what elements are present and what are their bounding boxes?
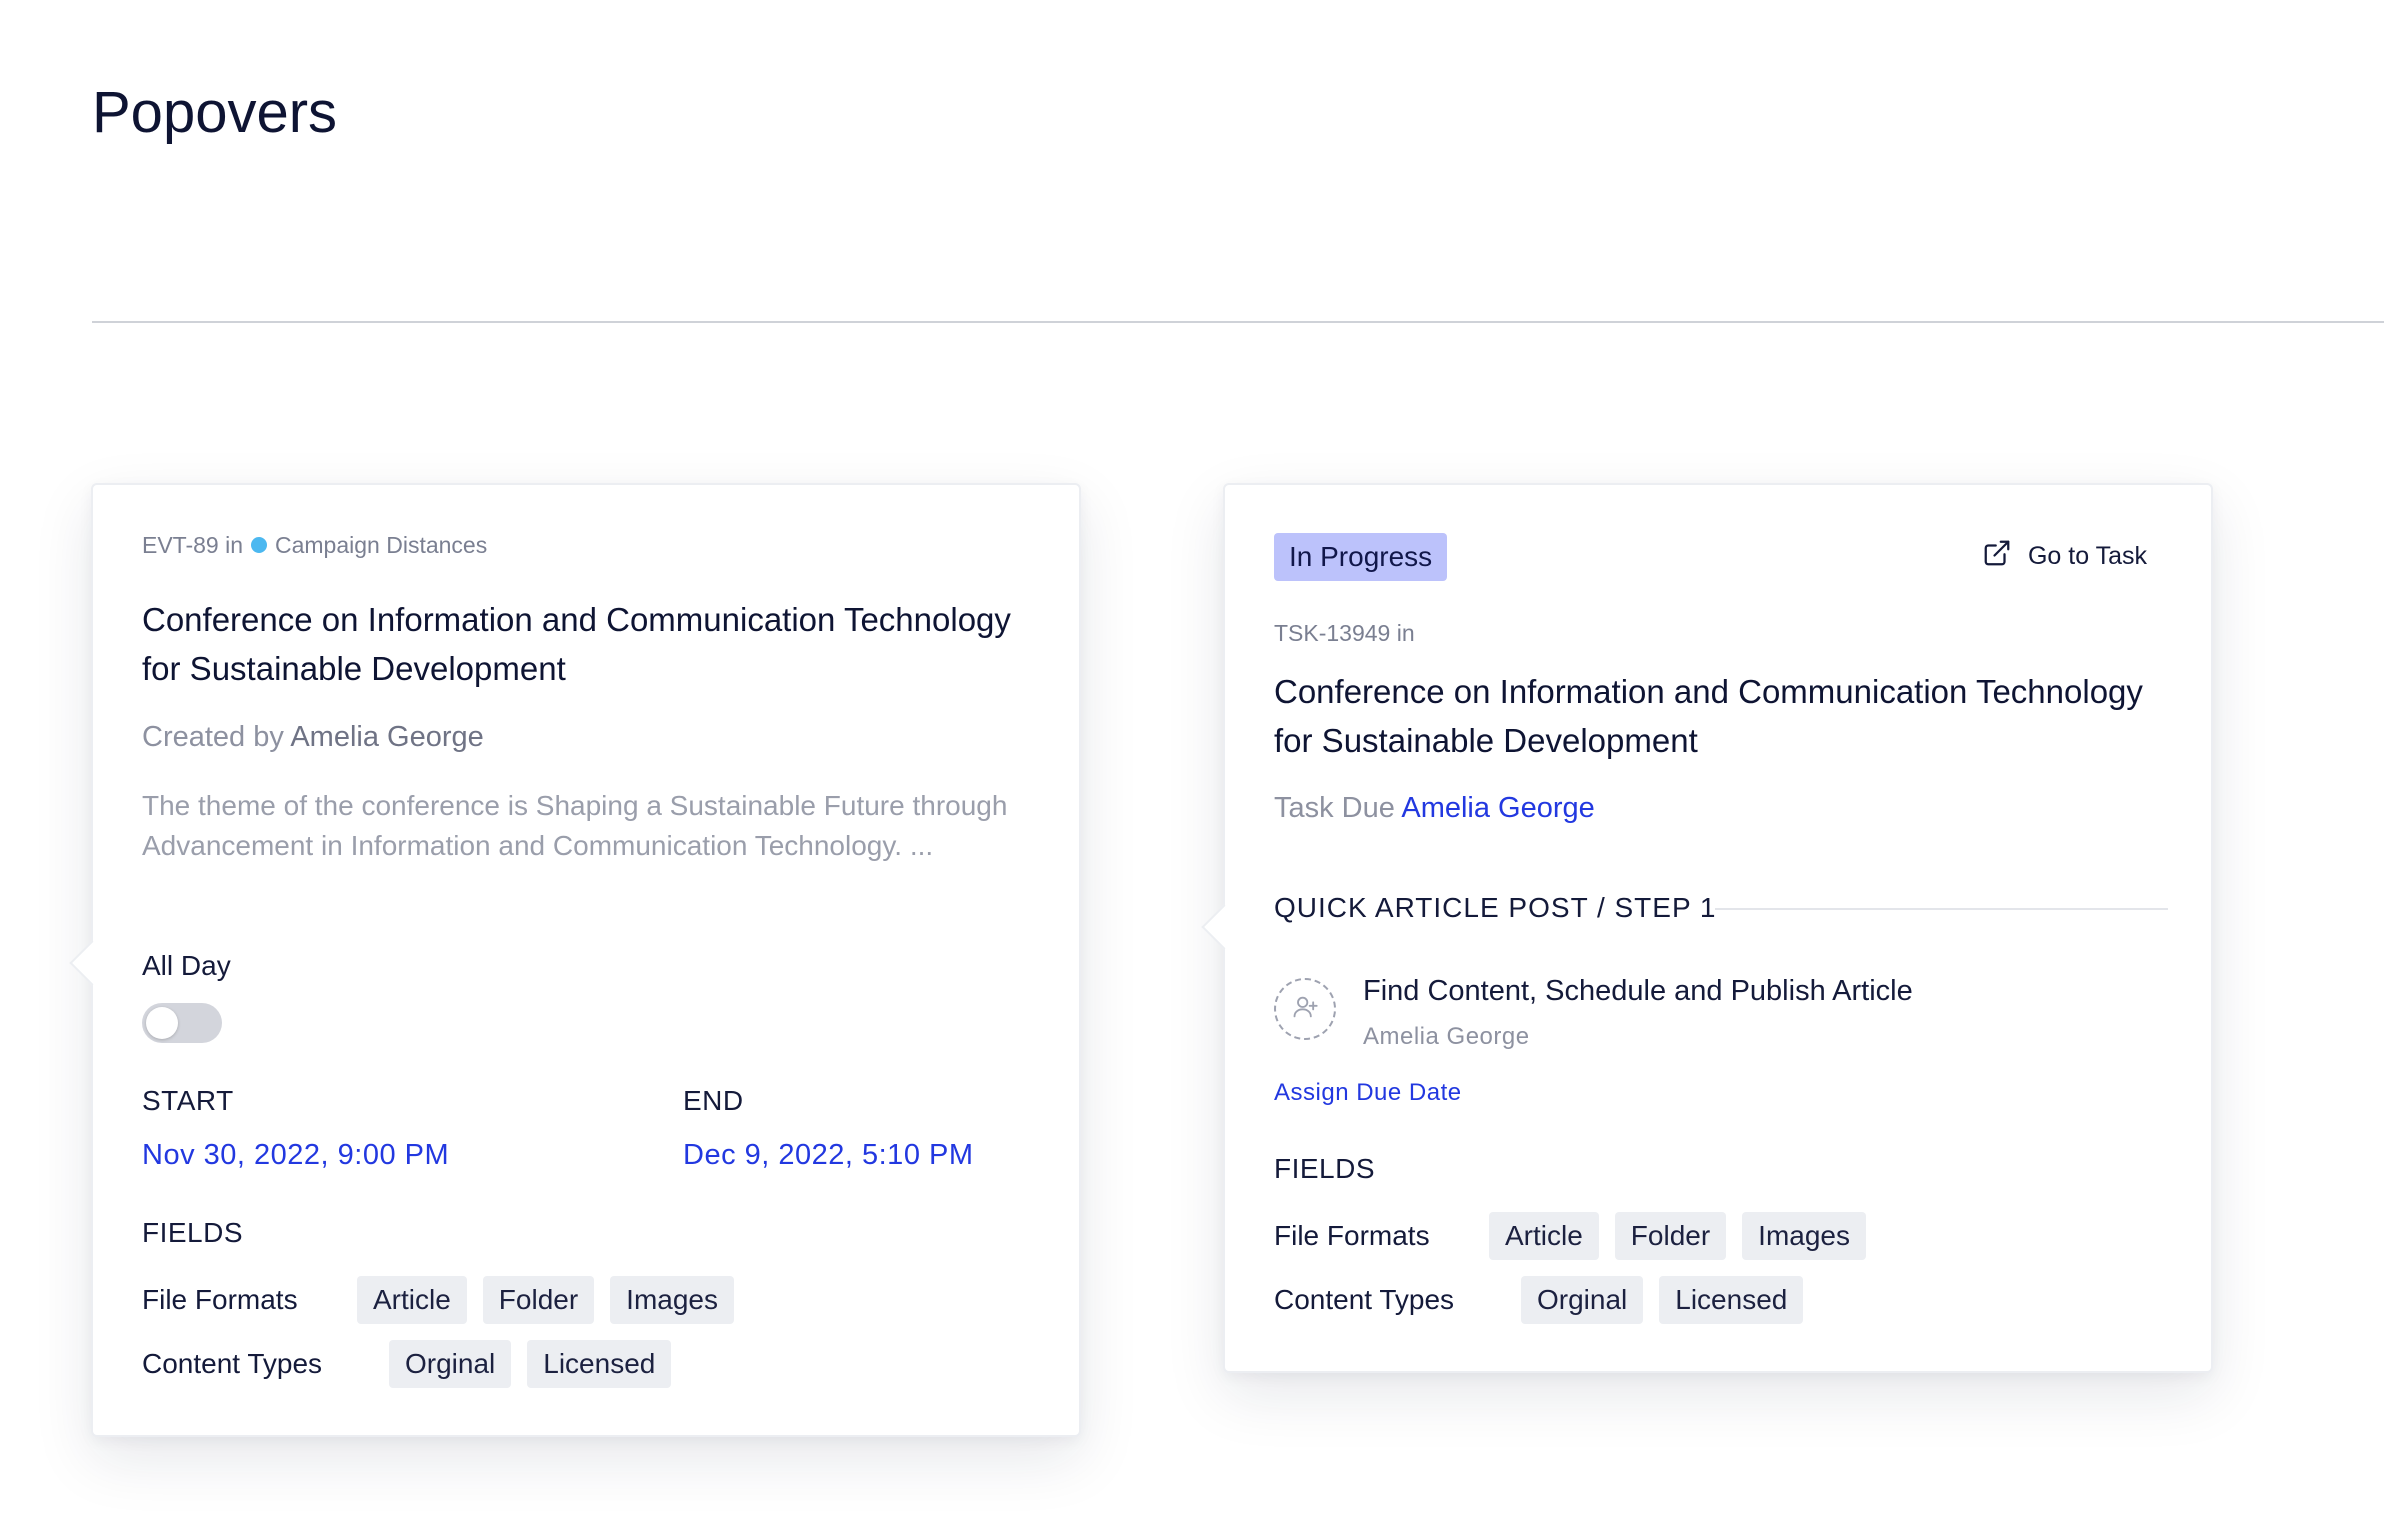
tag-original[interactable]: Orginal — [1521, 1276, 1644, 1324]
step-label: QUICK ARTICLE POST / STEP 1 — [1274, 892, 1717, 923]
step-divider — [1715, 908, 2168, 910]
campaign-name[interactable]: Campaign Distances — [275, 532, 487, 558]
subtask-assignee: Amelia George — [1363, 1023, 1530, 1050]
created-by-name[interactable]: Amelia George — [290, 721, 483, 753]
tag-article[interactable]: Article — [357, 1276, 467, 1324]
tag-licensed[interactable]: Licensed — [527, 1340, 672, 1388]
external-link-icon — [1982, 538, 2012, 575]
task-popover: In Progress Go to Task TSK-13949 in Conf… — [1201, 483, 2213, 1373]
file-formats-tags: Article Folder Images — [357, 1276, 734, 1324]
tag-folder[interactable]: Folder — [1614, 1212, 1727, 1260]
tag-licensed[interactable]: Licensed — [1659, 1276, 1804, 1324]
task-due-label: Task Due — [1274, 792, 1395, 824]
file-formats-label: File Formats — [142, 1284, 298, 1315]
popover-arrow — [1201, 904, 1247, 950]
event-id: EVT-89 in — [142, 532, 243, 558]
go-to-task-button[interactable]: Go to Task — [1982, 538, 2147, 575]
assign-due-date-link[interactable]: Assign Due Date — [1274, 1079, 1462, 1107]
campaign-color-dot — [251, 536, 267, 553]
tag-article[interactable]: Article — [1489, 1212, 1599, 1260]
status-badge: In Progress — [1274, 533, 1448, 581]
file-formats-label: File Formats — [1274, 1220, 1430, 1251]
event-meta: EVT-89 in Campaign Distances — [142, 532, 487, 559]
assign-user-avatar[interactable] — [1274, 978, 1336, 1040]
fields-heading: FIELDS — [1274, 1153, 1376, 1184]
event-title: Conference on Information and Communicat… — [142, 601, 1011, 687]
content-types-label: Content Types — [1274, 1284, 1455, 1315]
toggle-knob — [146, 1007, 178, 1039]
created-by-label: Created by — [142, 721, 284, 753]
popover-arrow — [69, 940, 115, 986]
file-formats-tags: Article Folder Images — [1489, 1212, 1866, 1260]
content-types-label: Content Types — [142, 1348, 323, 1379]
content-types-tags: Orginal Licensed — [1521, 1276, 1804, 1324]
task-id: TSK-13949 in — [1274, 620, 1415, 646]
end-datetime[interactable]: Dec 9, 2022, 5:10 PM — [683, 1139, 974, 1172]
fields-heading: FIELDS — [142, 1217, 244, 1248]
start-label: START — [142, 1085, 234, 1116]
go-to-task-label: Go to Task — [2027, 542, 2147, 570]
end-label: END — [683, 1085, 744, 1116]
page-title: Popovers — [92, 80, 338, 145]
task-title: Conference on Information and Communicat… — [1274, 673, 2143, 759]
all-day-toggle[interactable] — [142, 1003, 222, 1043]
start-datetime[interactable]: Nov 30, 2022, 9:00 PM — [142, 1139, 449, 1172]
content-types-tags: Orginal Licensed — [389, 1340, 672, 1388]
task-due-name[interactable]: Amelia George — [1401, 792, 1594, 824]
subtask-title[interactable]: Find Content, Schedule and Publish Artic… — [1363, 975, 1913, 1008]
page-divider — [92, 321, 2384, 323]
task-due: Task Due Amelia George — [1274, 792, 1595, 825]
event-description: The theme of the conference is Shaping a… — [142, 790, 1008, 861]
add-user-icon — [1291, 993, 1319, 1026]
all-day-label: All Day — [142, 950, 231, 981]
created-by: Created by Amelia George — [142, 721, 484, 754]
event-popover: EVT-89 in Campaign Distances Conference o… — [69, 483, 1081, 1437]
tag-images[interactable]: Images — [610, 1276, 734, 1324]
tag-images[interactable]: Images — [1742, 1212, 1866, 1260]
tag-folder[interactable]: Folder — [482, 1276, 595, 1324]
tag-original[interactable]: Orginal — [389, 1340, 512, 1388]
